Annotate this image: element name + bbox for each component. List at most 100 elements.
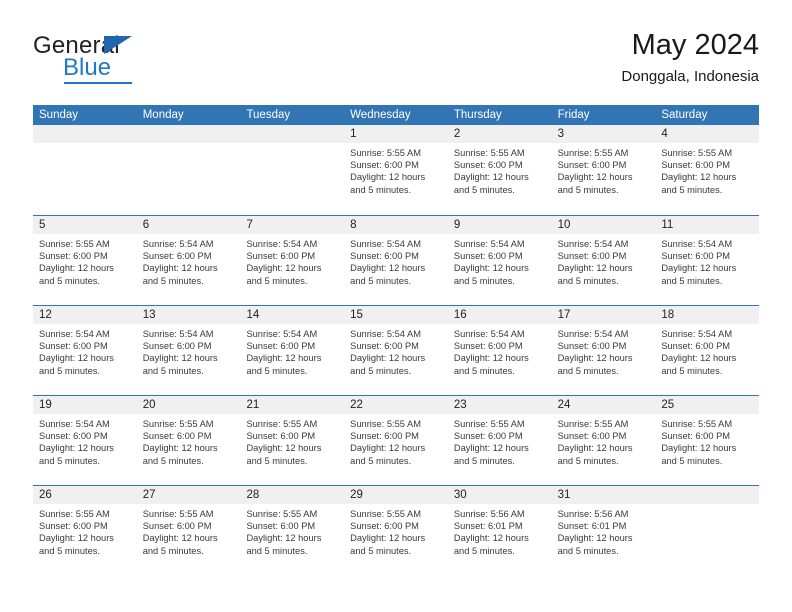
day-info-line: Sunset: 6:00 PM xyxy=(246,251,316,262)
day-cell-31[interactable]: 31 Sunrise: 5:56 AM Sunset: 6:01 PM Dayligh… xyxy=(551,486,656,575)
day-cell-17[interactable]: 17 Sunrise: 5:54 AM Sunset: 6:00 PM Dayligh… xyxy=(551,306,656,395)
day-number-band: 3 xyxy=(551,125,656,143)
day-info-line: and 5 minutes. xyxy=(557,275,619,286)
day-info-line: and 5 minutes. xyxy=(661,365,723,376)
day-number-band: 23 xyxy=(447,396,552,414)
day-info-line: and 5 minutes. xyxy=(661,455,723,466)
day-number-band: 4 xyxy=(655,125,760,143)
day-info-line: Daylight: 12 hours xyxy=(246,263,322,274)
day-info-line: Daylight: 12 hours xyxy=(661,263,737,274)
calendar-week-row: 12 Sunrise: 5:54 AM Sunset: 6:00 PM Dayligh… xyxy=(33,305,760,395)
day-info-line: Sunset: 6:00 PM xyxy=(350,251,419,262)
day-number-band: 2 xyxy=(447,125,552,143)
day-info-line: Sunrise: 5:55 AM xyxy=(246,509,318,519)
day-cell-3[interactable]: 3 Sunrise: 5:55 AM Sunset: 6:00 PM Daylight… xyxy=(551,125,656,215)
day-info: Sunrise: 5:54 AM Sunset: 6:00 PM Daylight:… xyxy=(240,234,344,287)
day-info: Sunrise: 5:54 AM Sunset: 6:00 PM Daylight:… xyxy=(448,234,552,287)
day-cell-19[interactable]: 19 Sunrise: 5:54 AM Sunset: 6:00 PM Dayligh… xyxy=(33,396,137,485)
day-number-band: 9 xyxy=(447,216,552,234)
day-cell-1[interactable]: 1 Sunrise: 5:55 AM Sunset: 6:00 PM Daylight… xyxy=(344,125,448,215)
day-info-line: Sunrise: 5:55 AM xyxy=(661,419,733,429)
day-number-band: 22 xyxy=(344,396,448,414)
day-cell-21[interactable]: 21 Sunrise: 5:55 AM Sunset: 6:00 PM Dayligh… xyxy=(240,396,345,485)
day-number-band xyxy=(240,125,345,143)
day-number-band: 14 xyxy=(240,306,345,324)
day-cell-7[interactable]: 7 Sunrise: 5:54 AM Sunset: 6:00 PM Daylight… xyxy=(240,216,345,305)
day-number-band: 5 xyxy=(33,216,137,234)
day-info-line: Sunrise: 5:54 AM xyxy=(142,329,214,339)
day-cell-30[interactable]: 30 Sunrise: 5:56 AM Sunset: 6:01 PM Dayligh… xyxy=(447,486,552,575)
day-info: Sunrise: 5:55 AM Sunset: 6:00 PM Daylight:… xyxy=(33,234,137,287)
day-info: Sunrise: 5:54 AM Sunset: 6:00 PM Daylight:… xyxy=(552,324,656,377)
weekday-header-wednesday: Wednesday xyxy=(350,109,411,121)
day-cell-empty xyxy=(655,486,760,575)
day-number-band: 12 xyxy=(33,306,137,324)
day-cell-23[interactable]: 23 Sunrise: 5:55 AM Sunset: 6:00 PM Dayligh… xyxy=(447,396,552,485)
day-cell-8[interactable]: 8 Sunrise: 5:54 AM Sunset: 6:00 PM Daylight… xyxy=(344,216,448,305)
day-cell-15[interactable]: 15 Sunrise: 5:54 AM Sunset: 6:00 PM Dayligh… xyxy=(344,306,448,395)
day-info: Sunrise: 5:54 AM Sunset: 6:00 PM Daylight:… xyxy=(137,324,241,377)
weekday-header-saturday: Saturday xyxy=(661,109,708,121)
day-cell-18[interactable]: 18 Sunrise: 5:54 AM Sunset: 6:00 PM Dayligh… xyxy=(655,306,760,395)
day-cell-4[interactable]: 4 Sunrise: 5:55 AM Sunset: 6:00 PM Daylight… xyxy=(655,125,760,215)
day-cell-2[interactable]: 2 Sunrise: 5:55 AM Sunset: 6:00 PM Daylight… xyxy=(447,125,552,215)
day-cell-11[interactable]: 11 Sunrise: 5:54 AM Sunset: 6:00 PM Dayligh… xyxy=(655,216,760,305)
day-info-line: and 5 minutes. xyxy=(557,455,619,466)
day-cell-24[interactable]: 24 Sunrise: 5:55 AM Sunset: 6:00 PM Dayligh… xyxy=(551,396,656,485)
day-info-line: Daylight: 12 hours xyxy=(453,353,529,364)
day-cell-13[interactable]: 13 Sunrise: 5:54 AM Sunset: 6:00 PM Dayligh… xyxy=(136,306,241,395)
day-info: Sunrise: 5:55 AM Sunset: 6:00 PM Daylight:… xyxy=(137,414,241,467)
day-cell-14[interactable]: 14 Sunrise: 5:54 AM Sunset: 6:00 PM Dayligh… xyxy=(240,306,345,395)
day-info-line: Sunset: 6:00 PM xyxy=(39,521,108,532)
day-info: Sunrise: 5:54 AM Sunset: 6:00 PM Daylight:… xyxy=(655,324,759,377)
day-cell-28[interactable]: 28 Sunrise: 5:55 AM Sunset: 6:00 PM Dayligh… xyxy=(240,486,345,575)
day-number: 29 xyxy=(350,489,363,501)
day-info: Sunrise: 5:54 AM Sunset: 6:00 PM Daylight:… xyxy=(137,234,241,287)
day-info-line: and 5 minutes. xyxy=(350,184,412,195)
day-info: Sunrise: 5:55 AM Sunset: 6:00 PM Daylight:… xyxy=(137,504,241,557)
day-info: Sunrise: 5:54 AM Sunset: 6:00 PM Daylight:… xyxy=(344,234,448,287)
day-info-line: and 5 minutes. xyxy=(142,455,204,466)
day-cell-20[interactable]: 20 Sunrise: 5:55 AM Sunset: 6:00 PM Dayligh… xyxy=(136,396,241,485)
day-info-line: Daylight: 12 hours xyxy=(39,263,114,274)
day-cell-29[interactable]: 29 Sunrise: 5:55 AM Sunset: 6:00 PM Dayligh… xyxy=(344,486,448,575)
day-cell-25[interactable]: 25 Sunrise: 5:55 AM Sunset: 6:00 PM Dayligh… xyxy=(655,396,760,485)
day-number: 20 xyxy=(142,399,156,411)
day-number: 16 xyxy=(453,309,467,321)
day-info-line: and 5 minutes. xyxy=(142,275,204,286)
logo-underline xyxy=(64,82,132,84)
day-cell-9[interactable]: 9 Sunrise: 5:54 AM Sunset: 6:00 PM Daylight… xyxy=(447,216,552,305)
day-info-line: Daylight: 12 hours xyxy=(142,353,218,364)
day-info-line: Daylight: 12 hours xyxy=(39,353,114,364)
day-info-line: Sunrise: 5:55 AM xyxy=(557,148,629,158)
weekday-header-tuesday: Tuesday xyxy=(246,109,291,121)
calendar-weeks: 1 Sunrise: 5:55 AM Sunset: 6:00 PM Daylight… xyxy=(33,125,760,575)
day-number-band: 16 xyxy=(447,306,552,324)
day-info-line: Daylight: 12 hours xyxy=(246,533,322,544)
day-number-band: 8 xyxy=(344,216,448,234)
day-cell-26[interactable]: 26 Sunrise: 5:55 AM Sunset: 6:00 PM Dayligh… xyxy=(33,486,137,575)
day-info-line: Daylight: 12 hours xyxy=(350,172,426,183)
day-info-line: and 5 minutes. xyxy=(661,275,723,286)
day-cell-empty xyxy=(136,125,241,215)
day-cell-27[interactable]: 27 Sunrise: 5:55 AM Sunset: 6:00 PM Dayligh… xyxy=(136,486,241,575)
day-number: 28 xyxy=(246,489,260,501)
day-cell-5[interactable]: 5 Sunrise: 5:55 AM Sunset: 6:00 PM Daylight… xyxy=(33,216,137,305)
day-info-line: Sunrise: 5:55 AM xyxy=(453,419,525,429)
day-info: Sunrise: 5:55 AM Sunset: 6:00 PM Daylight:… xyxy=(655,143,759,196)
day-info-line: Daylight: 12 hours xyxy=(350,443,426,454)
day-cell-16[interactable]: 16 Sunrise: 5:54 AM Sunset: 6:00 PM Dayligh… xyxy=(447,306,552,395)
day-number-band: 1 xyxy=(344,125,448,143)
day-number-band xyxy=(655,486,760,504)
day-cell-6[interactable]: 6 Sunrise: 5:54 AM Sunset: 6:00 PM Daylight… xyxy=(136,216,241,305)
day-info-line: Daylight: 12 hours xyxy=(661,353,737,364)
day-info-line: and 5 minutes. xyxy=(453,455,515,466)
day-number-band: 17 xyxy=(551,306,656,324)
page-header: General Blue May 2024 Donggala, Indonesi… xyxy=(33,28,759,98)
day-info-line: Sunset: 6:00 PM xyxy=(557,160,627,171)
day-cell-12[interactable]: 12 Sunrise: 5:54 AM Sunset: 6:00 PM Dayligh… xyxy=(33,306,137,395)
day-cell-10[interactable]: 10 Sunrise: 5:54 AM Sunset: 6:00 PM Dayligh… xyxy=(551,216,656,305)
day-info-line: Sunrise: 5:54 AM xyxy=(453,239,525,249)
day-cell-22[interactable]: 22 Sunrise: 5:55 AM Sunset: 6:00 PM Dayligh… xyxy=(344,396,448,485)
day-number: 25 xyxy=(661,399,675,411)
